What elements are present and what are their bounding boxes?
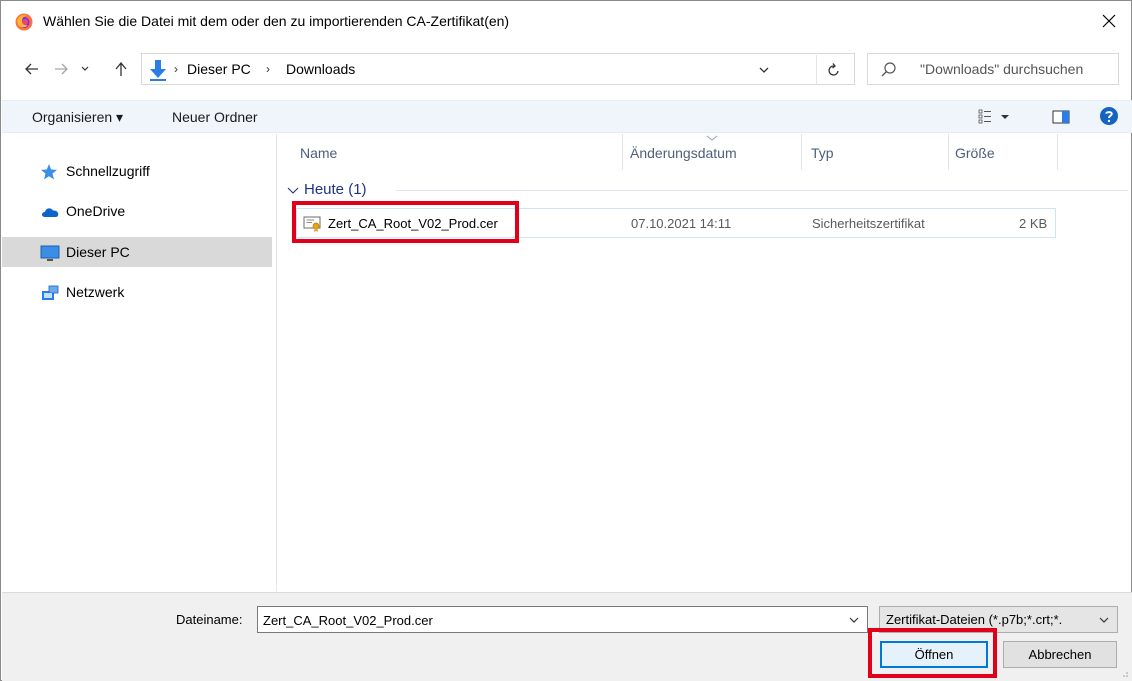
sidebar-item-label: Netzwerk (66, 284, 125, 300)
file-name: Zert_CA_Root_V02_Prod.cer (328, 216, 498, 231)
star-icon (41, 164, 57, 180)
search-icon (881, 62, 896, 77)
column-divider[interactable] (801, 134, 802, 170)
up-button[interactable] (110, 55, 132, 83)
open-button[interactable]: Öffnen (880, 641, 988, 668)
forward-button[interactable] (50, 55, 72, 83)
address-bar[interactable]: › Dieser PC › Downloads (141, 53, 855, 85)
sidebar-item-this-pc[interactable]: Dieser PC (2, 237, 272, 267)
command-bar: Organisieren ▾ Neuer Ordner (2, 100, 1132, 133)
file-list: Name Änderungsdatum Typ Größe Heute (1) … (278, 134, 1132, 591)
refresh-icon (827, 63, 839, 76)
sidebar-item-label: Dieser PC (66, 244, 130, 260)
cloud-icon (42, 208, 59, 217)
recent-locations-button[interactable] (77, 55, 93, 83)
sidebar-item-label: OneDrive (66, 203, 126, 219)
address-history-button[interactable] (754, 60, 774, 80)
navigation-pane: Schnellzugriff OneDrive Dieser PC Netzwe… (2, 134, 277, 591)
search-box[interactable]: "Downloads" durchsuchen (867, 53, 1119, 85)
arrow-right-icon (55, 63, 68, 75)
breadcrumb-this-pc[interactable]: Dieser PC (187, 61, 251, 77)
file-type-filter[interactable]: Zertifikat-Dateien (*.p7b;*.crt;*. (879, 606, 1118, 633)
column-header-modified[interactable]: Änderungsdatum (630, 145, 737, 161)
chevron-down-icon (81, 66, 89, 71)
resize-grip-icon[interactable] (1119, 668, 1129, 678)
cancel-button[interactable]: Abbrechen (1003, 641, 1117, 668)
dialog-footer: Dateiname: Zertifikat-Dateien (*.p7b;*.c… (2, 592, 1132, 681)
help-button[interactable] (1099, 106, 1119, 129)
downloads-icon (150, 60, 166, 81)
column-header-name[interactable]: Name (300, 145, 337, 161)
firefox-icon (15, 13, 33, 31)
filename-label: Dateiname: (176, 612, 243, 627)
sidebar-item-quick-access[interactable]: Schnellzugriff (2, 156, 272, 186)
close-button[interactable] (1095, 7, 1123, 35)
filename-dropdown-button[interactable] (845, 611, 863, 629)
breadcrumb-separator[interactable]: › (266, 62, 270, 76)
sidebar-item-onedrive[interactable]: OneDrive (2, 196, 272, 226)
chevron-down-icon (849, 617, 859, 623)
breadcrumb-downloads[interactable]: Downloads (286, 61, 355, 77)
view-options-icon (978, 109, 1009, 124)
chevron-down-icon (759, 67, 769, 73)
group-header-today[interactable]: Heute (1) (286, 181, 367, 198)
certificate-icon (303, 216, 321, 232)
breadcrumb-separator[interactable]: › (174, 62, 178, 76)
file-modified: 07.10.2021 14:11 (631, 216, 732, 231)
filename-field[interactable] (257, 606, 868, 633)
sidebar-item-label: Schnellzugriff (66, 163, 150, 179)
help-icon (1100, 107, 1118, 125)
column-divider[interactable] (622, 134, 623, 170)
preview-pane-icon (1052, 110, 1070, 124)
arrow-left-icon (25, 63, 38, 75)
back-button[interactable] (21, 55, 43, 83)
filter-dropdown-button[interactable] (1095, 611, 1113, 629)
group-header-label: Heute (1) (304, 181, 367, 198)
new-folder-button[interactable]: Neuer Ordner (172, 109, 258, 125)
title-bar: Wählen Sie die Datei mit dem oder den zu… (1, 1, 1131, 41)
refresh-button[interactable] (816, 55, 850, 85)
file-type-filter-value: Zertifikat-Dateien (*.p7b;*.crt;*. (886, 612, 1063, 627)
file-size: 2 KB (1019, 216, 1048, 231)
filename-input[interactable] (263, 611, 833, 629)
group-divider (396, 190, 1128, 191)
file-row[interactable]: Zert_CA_Root_V02_Prod.cer 07.10.2021 14:… (296, 208, 1056, 238)
sidebar-item-network[interactable]: Netzwerk (2, 277, 272, 307)
chevron-down-icon (1099, 617, 1109, 623)
arrow-up-icon (115, 61, 127, 76)
network-icon (42, 285, 59, 300)
organize-menu-button[interactable]: Organisieren ▾ (32, 109, 123, 126)
chevron-down-icon (287, 187, 299, 194)
column-header-type[interactable]: Typ (811, 145, 834, 161)
sort-indicator-icon (706, 135, 718, 141)
column-divider[interactable] (1057, 134, 1058, 170)
monitor-icon (40, 245, 60, 261)
view-options-button[interactable] (978, 109, 1016, 128)
preview-pane-button[interactable] (1052, 109, 1070, 128)
search-placeholder: "Downloads" durchsuchen (920, 61, 1084, 77)
close-icon (1102, 14, 1116, 28)
file-type: Sicherheitszertifikat (812, 216, 925, 231)
column-header-size[interactable]: Größe (955, 145, 995, 161)
column-divider[interactable] (948, 134, 949, 170)
window-title: Wählen Sie die Datei mit dem oder den zu… (43, 13, 510, 29)
file-open-dialog: Wählen Sie die Datei mit dem oder den zu… (0, 0, 1132, 681)
